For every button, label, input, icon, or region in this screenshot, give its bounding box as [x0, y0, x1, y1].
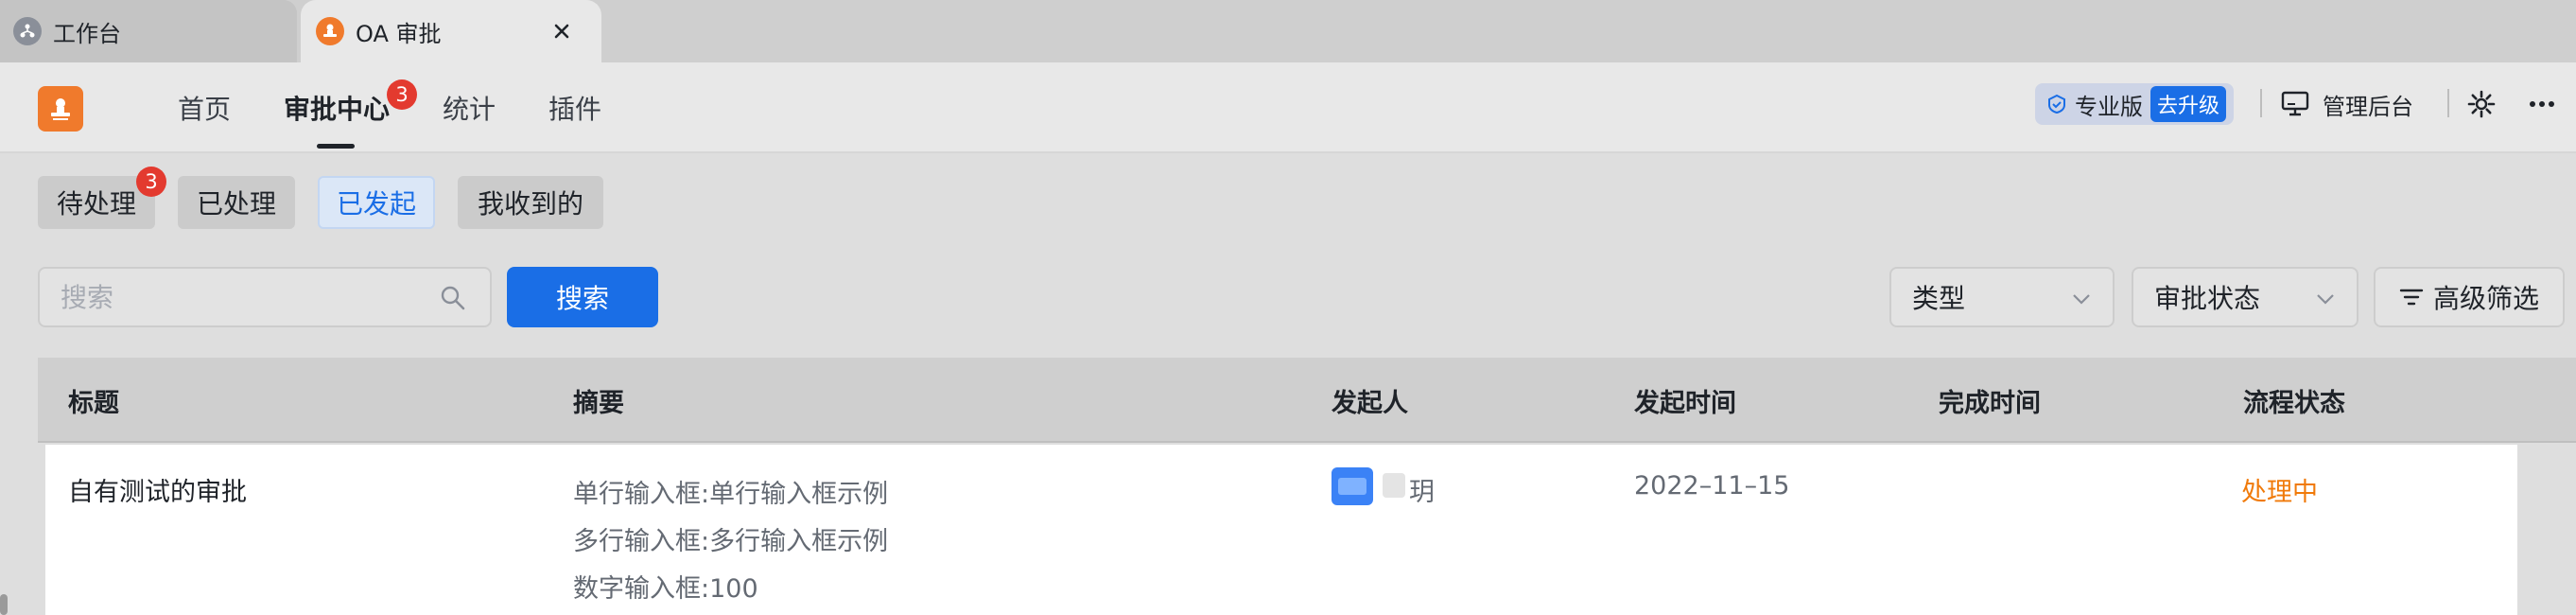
status-select[interactable]: 审批状态 [2132, 267, 2358, 327]
row-summary-line: 多行输入框:多行输入框示例 [573, 527, 889, 556]
column-header-start-time: 发起时间 [1634, 388, 1736, 418]
filter-received[interactable]: 我收到的 [458, 176, 603, 229]
nav-approval-center[interactable]: 审批中心 [284, 62, 390, 153]
advanced-filter-label: 高级筛选 [2432, 283, 2539, 314]
browser-tab-label: OA 审批 [356, 20, 442, 47]
row-summary-line: 数字输入框:100 [573, 574, 758, 604]
filter-icon [2399, 289, 2424, 306]
stamp-icon [51, 98, 70, 120]
status-select-label: 审批状态 [2154, 283, 2261, 314]
type-select[interactable]: 类型 [1889, 267, 2115, 327]
browser-tab-label: 工作台 [53, 20, 121, 47]
table-header: 标题 摘要 发起人 发起时间 完成时间 流程状态 [38, 358, 2576, 443]
filter-initiated[interactable]: 已发起 [318, 176, 435, 229]
column-header-title: 标题 [68, 388, 119, 418]
monitor-icon [2281, 91, 2309, 116]
edition-label: 专业版 [2075, 93, 2143, 120]
avatar [1332, 467, 1373, 505]
chevron-down-icon [2073, 294, 2090, 305]
row-summary-line: 单行输入框:单行输入框示例 [573, 480, 889, 509]
search-button[interactable]: 搜索 [507, 267, 658, 327]
more-icon[interactable] [2527, 89, 2557, 119]
column-header-initiator: 发起人 [1332, 388, 1408, 418]
filter-processed[interactable]: 已处理 [178, 176, 295, 229]
nav-badge: 3 [387, 79, 417, 110]
gear-icon[interactable] [2466, 89, 2497, 119]
search-field[interactable] [38, 267, 492, 327]
scroll-handle[interactable] [0, 594, 8, 615]
divider [2447, 89, 2449, 117]
admin-console-button[interactable]: 管理后台 [2281, 83, 2413, 125]
divider [2260, 89, 2262, 117]
column-header-summary: 摘要 [573, 388, 624, 418]
upgrade-button[interactable]: 去升级 [2150, 86, 2227, 122]
row-status: 处理中 [2241, 478, 2318, 507]
workbench-icon [13, 17, 42, 45]
nav-active-indicator [317, 144, 355, 149]
table-row[interactable] [45, 445, 2517, 615]
row-start-time: 2022–11–15 [1634, 471, 1790, 501]
row-title[interactable]: 自有测试的审批 [68, 471, 247, 508]
close-icon[interactable] [548, 18, 575, 44]
pending-badge: 3 [136, 167, 166, 197]
stamp-icon [316, 17, 344, 45]
edition-badge[interactable]: 专业版 去升级 [2035, 83, 2234, 125]
advanced-filter-button[interactable]: 高级筛选 [2374, 267, 2565, 327]
type-select-label: 类型 [1912, 283, 1966, 314]
admin-label: 管理后台 [2323, 93, 2413, 120]
row-initiator: 玥 [1409, 478, 1435, 507]
nav-home[interactable]: 首页 [178, 62, 231, 153]
browser-tab-strip: 工作台 OA 审批 [0, 0, 2576, 62]
column-header-finish-time: 完成时间 [1939, 388, 2041, 418]
browser-tab-workbench[interactable]: 工作台 [0, 0, 297, 62]
column-header-status: 流程状态 [2243, 388, 2345, 418]
search-icon[interactable] [439, 284, 467, 312]
nav-plugins[interactable]: 插件 [548, 62, 601, 153]
redacted-name [1383, 473, 1405, 498]
nav-statistics[interactable]: 统计 [443, 62, 496, 153]
shield-icon [2048, 94, 2065, 114]
search-input[interactable] [61, 278, 420, 316]
app-logo[interactable] [38, 86, 83, 132]
browser-tab-oa-approval[interactable]: OA 审批 [301, 0, 601, 62]
chevron-down-icon [2317, 294, 2334, 305]
